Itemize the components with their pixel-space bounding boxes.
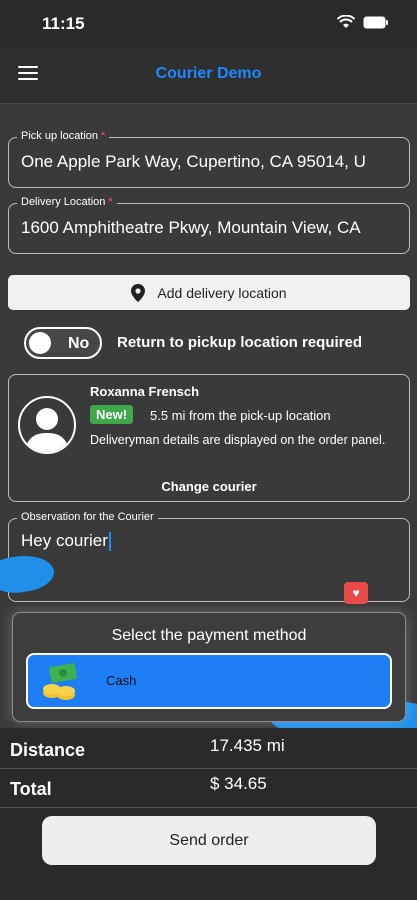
courier-card: Roxanna Frensch New! 5.5 mi from the pic…: [8, 374, 410, 502]
change-courier-button[interactable]: Change courier: [9, 479, 409, 494]
add-delivery-location-label: Add delivery location: [157, 284, 287, 301]
page-title: Courier Demo: [155, 65, 262, 82]
delivery-location-label: Delivery Location *: [17, 196, 117, 208]
status-time: 11:15: [42, 14, 85, 33]
status-icons: [337, 15, 389, 29]
observation-input[interactable]: Hey courier: [21, 531, 111, 552]
cash-icon: [43, 663, 77, 700]
cash-payment-option[interactable]: Cash: [26, 653, 392, 709]
heart-icon: ♥: [344, 582, 368, 604]
nav-bar: Courier Demo: [0, 48, 417, 104]
toggle-state: No: [68, 335, 90, 352]
avatar: [18, 396, 76, 454]
courier-distance: 5.5 mi from the pick-up location: [150, 408, 331, 423]
map-pin-icon: [131, 283, 146, 302]
toggle-knob: [29, 332, 51, 354]
add-delivery-location-button[interactable]: Add delivery location: [8, 275, 410, 310]
divider: [0, 807, 417, 808]
total-label: Total: [10, 779, 52, 799]
return-pickup-toggle[interactable]: No: [24, 327, 102, 359]
status-bar: 11:15: [0, 0, 417, 48]
distance-label: Distance: [10, 740, 86, 760]
distance-value: 17.435 mi: [210, 736, 285, 755]
courier-note: Deliveryman details are displayed on the…: [90, 433, 386, 447]
order-summary: Distance 17.435 mi Total $ 34.65: [0, 728, 417, 900]
return-pickup-label: Return to pickup location required: [117, 334, 363, 351]
pickup-location-field[interactable]: Pick up location * One Apple Park Way, Cu…: [8, 130, 410, 188]
payment-method-panel: Select the payment method Cash: [12, 612, 406, 722]
person-icon: [24, 408, 70, 452]
pickup-location-value[interactable]: One Apple Park Way, Cupertino, CA 95014,…: [21, 152, 405, 172]
wifi-icon: [337, 15, 355, 28]
send-order-button[interactable]: Send order: [42, 816, 376, 865]
new-badge: New!: [90, 405, 134, 424]
observation-label: Observation for the Courier: [17, 511, 158, 523]
battery-icon: [363, 16, 388, 28]
cash-option-label: Cash: [106, 673, 137, 688]
total-value: $ 34.65: [210, 774, 267, 793]
payment-method-title: Select the payment method: [111, 627, 307, 644]
courier-name: Roxanna Frensch: [90, 384, 200, 399]
delivery-location-value[interactable]: 1600 Amphitheatre Pkwy, Mountain View, C…: [21, 218, 405, 238]
delivery-location-field[interactable]: Delivery Location * 1600 Amphitheatre Pkw…: [8, 196, 410, 254]
divider: [0, 768, 417, 769]
pickup-location-label: Pick up location *: [17, 130, 110, 142]
text-cursor: [108, 532, 111, 552]
